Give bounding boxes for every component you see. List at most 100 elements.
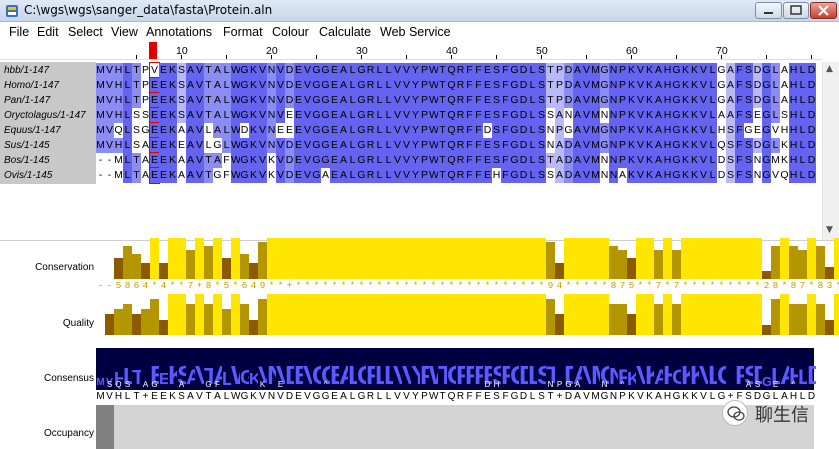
residue[interactable]: L (375, 138, 384, 153)
residue[interactable]: S (492, 153, 501, 168)
residue[interactable]: W (429, 153, 439, 168)
residue[interactable]: W (429, 108, 439, 123)
residue[interactable]: S (141, 108, 150, 123)
residue[interactable]: T (546, 63, 555, 78)
residue[interactable]: L (384, 93, 393, 108)
sequence-id[interactable]: Bos/1-145 (4, 153, 50, 168)
residue[interactable]: W (231, 78, 241, 93)
close-button[interactable] (810, 2, 837, 19)
residue[interactable]: G (357, 153, 366, 168)
residue[interactable]: L (708, 93, 717, 108)
residue[interactable]: D (753, 78, 762, 93)
residue[interactable]: V (582, 123, 591, 138)
residue[interactable]: P (618, 153, 627, 168)
residue[interactable]: K (627, 168, 636, 183)
residue[interactable]: P (618, 108, 627, 123)
residue[interactable]: M (591, 153, 600, 168)
residue[interactable]: D (285, 153, 294, 168)
residue[interactable]: L (384, 63, 393, 78)
residue[interactable]: G (672, 153, 681, 168)
residue[interactable]: M (591, 78, 600, 93)
residue[interactable]: G (762, 153, 771, 168)
sequence-id[interactable]: Pan/1-147 (4, 93, 50, 108)
residue[interactable]: V (303, 108, 312, 123)
residue[interactable]: N (753, 153, 762, 168)
residue[interactable]: K (681, 138, 690, 153)
residue[interactable]: L (384, 138, 393, 153)
residue[interactable]: R (456, 63, 465, 78)
residue[interactable]: G (762, 123, 771, 138)
residue[interactable]: G (240, 78, 249, 93)
residue[interactable]: G (240, 108, 249, 123)
residue[interactable]: G (672, 138, 681, 153)
residue[interactable]: F (735, 168, 744, 183)
residue[interactable]: V (303, 123, 312, 138)
residue[interactable]: W (429, 168, 439, 183)
residue[interactable]: A (573, 63, 582, 78)
residue[interactable]: R (366, 123, 375, 138)
residue[interactable]: A (213, 123, 222, 138)
residue[interactable]: V (258, 93, 267, 108)
residue[interactable]: T (132, 153, 141, 168)
residue[interactable]: Q (114, 123, 123, 138)
residue[interactable]: V (258, 78, 267, 93)
residue[interactable]: L (348, 78, 357, 93)
residue[interactable]: G (321, 63, 330, 78)
residue[interactable]: D (564, 168, 573, 183)
residue[interactable]: K (645, 138, 654, 153)
residue[interactable]: V (699, 78, 708, 93)
residue[interactable]: E (294, 108, 303, 123)
residue[interactable]: G (240, 153, 249, 168)
residue[interactable]: S (744, 138, 753, 153)
residue[interactable]: K (627, 123, 636, 138)
residue[interactable]: L (375, 168, 384, 183)
residue[interactable]: G (510, 108, 519, 123)
residue[interactable]: F (735, 63, 744, 78)
residue[interactable]: K (681, 108, 690, 123)
residue[interactable]: Y (411, 108, 420, 123)
residue[interactable]: V (393, 78, 402, 93)
residue[interactable]: V (699, 63, 708, 78)
residue[interactable]: L (528, 153, 537, 168)
residue[interactable]: W (231, 153, 241, 168)
residue[interactable]: E (330, 138, 339, 153)
residue[interactable]: H (114, 108, 123, 123)
residue[interactable]: V (402, 123, 411, 138)
residue[interactable]: A (213, 63, 222, 78)
residue[interactable]: D (285, 138, 294, 153)
consensus-label[interactable]: Consensus (0, 373, 94, 384)
residue[interactable]: D (753, 138, 762, 153)
residue[interactable]: P (420, 78, 429, 93)
residue[interactable]: G (312, 108, 321, 123)
residue[interactable]: Y (411, 63, 420, 78)
residue[interactable]: L (222, 138, 231, 153)
residue[interactable]: L (123, 93, 132, 108)
residue[interactable]: E (149, 122, 160, 139)
residue[interactable]: L (771, 138, 780, 153)
residue[interactable]: M (96, 78, 105, 93)
residue[interactable]: A (177, 168, 186, 183)
menu-calculate[interactable]: Calculate (319, 25, 371, 39)
residue[interactable]: S (492, 108, 501, 123)
residue[interactable]: M (591, 123, 600, 138)
residue[interactable]: E (483, 153, 492, 168)
residue[interactable]: D (564, 63, 573, 78)
residue[interactable]: T (204, 153, 213, 168)
residue[interactable]: V (258, 138, 267, 153)
residue[interactable]: Y (411, 138, 420, 153)
residue[interactable]: L (222, 93, 231, 108)
residue[interactable]: L (123, 63, 132, 78)
residue[interactable]: F (465, 78, 474, 93)
residue[interactable]: G (357, 93, 366, 108)
residue[interactable]: G (744, 123, 753, 138)
residue[interactable]: W (429, 123, 439, 138)
residue[interactable]: G (672, 63, 681, 78)
residue[interactable]: A (213, 153, 222, 168)
residue[interactable]: G (357, 123, 366, 138)
residue[interactable]: N (267, 138, 276, 153)
residue[interactable]: E (330, 108, 339, 123)
residue[interactable]: G (510, 138, 519, 153)
residue[interactable]: T (546, 93, 555, 108)
residue[interactable]: V (402, 153, 411, 168)
residue[interactable]: W (231, 108, 241, 123)
